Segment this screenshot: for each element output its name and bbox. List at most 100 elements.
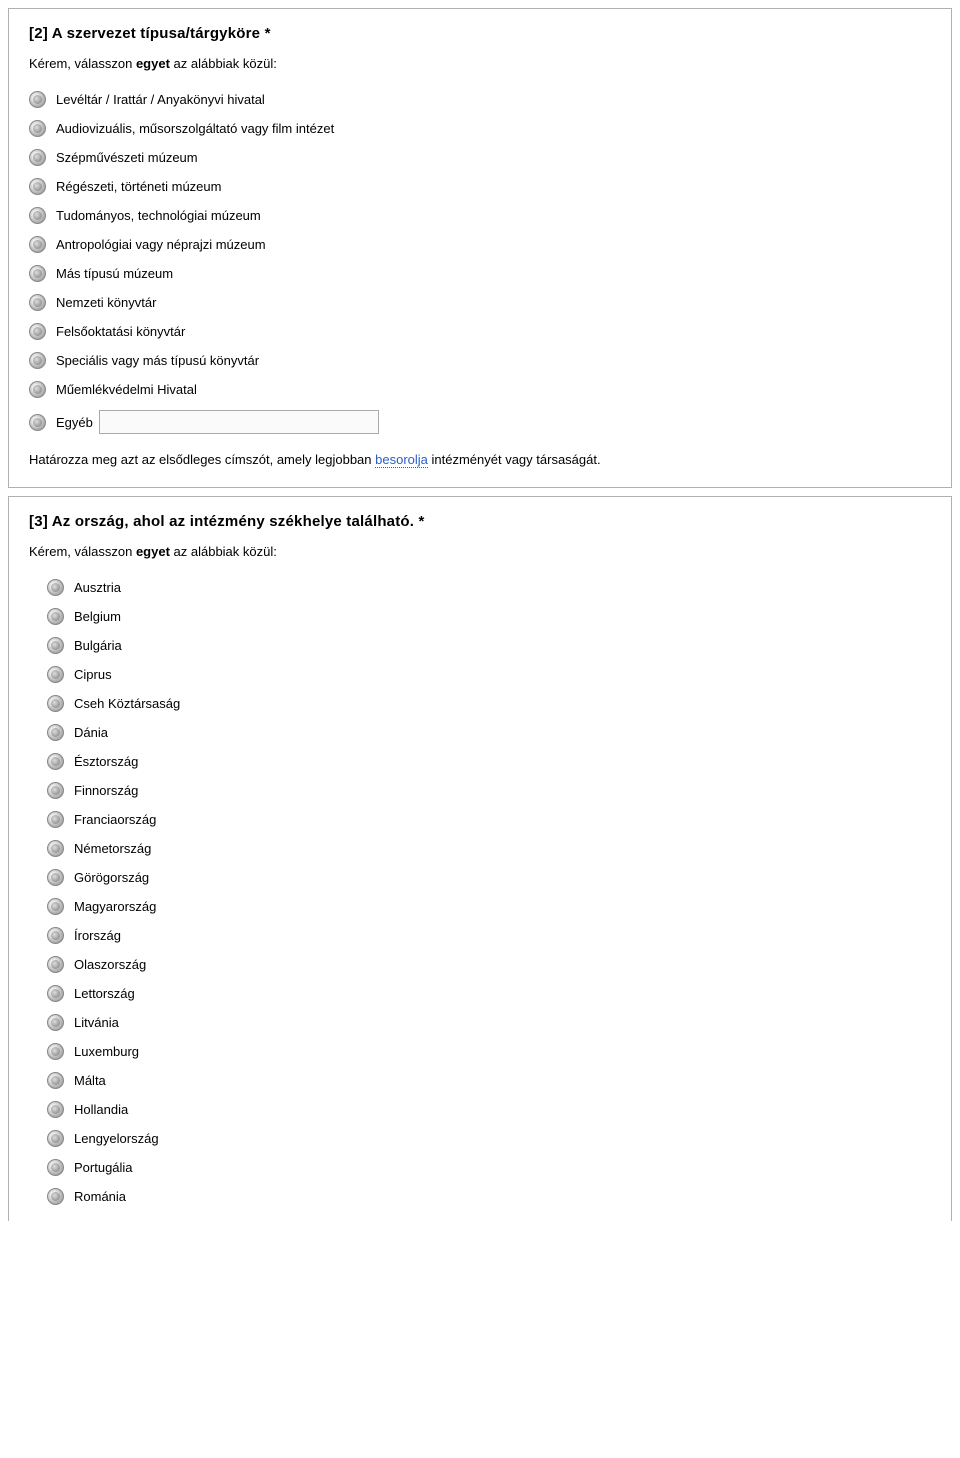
q3-option-row[interactable]: Málta <box>29 1072 931 1089</box>
radio-icon[interactable] <box>47 1188 64 1205</box>
radio-icon[interactable] <box>29 91 46 108</box>
q2-option-row[interactable]: Más típusú múzeum <box>29 265 931 282</box>
radio-icon[interactable] <box>47 579 64 596</box>
q3-option-row[interactable]: Németország <box>29 840 931 857</box>
q2-other-label: Egyéb <box>56 415 93 430</box>
radio-icon[interactable] <box>47 927 64 944</box>
q2-option-label: Tudományos, technológiai múzeum <box>56 208 261 223</box>
q3-option-row[interactable]: Bulgária <box>29 637 931 654</box>
q2-option-row[interactable]: Tudományos, technológiai múzeum <box>29 207 931 224</box>
q2-helper-text: Határozza meg azt az elsődleges címszót,… <box>29 452 931 467</box>
q3-option-label: Olaszország <box>74 957 146 972</box>
q3-option-row[interactable]: Magyarország <box>29 898 931 915</box>
radio-icon[interactable] <box>29 352 46 369</box>
q2-other-input[interactable] <box>99 410 379 434</box>
q3-option-row[interactable]: Cseh Köztársaság <box>29 695 931 712</box>
q2-option-row[interactable]: Antropológiai vagy néprajzi múzeum <box>29 236 931 253</box>
radio-icon[interactable] <box>47 782 64 799</box>
q2-option-label: Levéltár / Irattár / Anyakönyvi hivatal <box>56 92 265 107</box>
radio-icon[interactable] <box>29 381 46 398</box>
q2-option-row[interactable]: Audiovizuális, műsorszolgáltató vagy fil… <box>29 120 931 137</box>
q3-option-label: Lengyelország <box>74 1131 159 1146</box>
q3-option-label: Ciprus <box>74 667 112 682</box>
question-2-instruction: Kérem, válasszon egyet az alábbiak közül… <box>29 56 931 71</box>
instruction-text-suffix: az alábbiak közül: <box>170 56 277 71</box>
q3-option-row[interactable]: Románia <box>29 1188 931 1205</box>
q2-option-row[interactable]: Felsőoktatási könyvtár <box>29 323 931 340</box>
q3-option-label: Hollandia <box>74 1102 128 1117</box>
q3-option-row[interactable]: Lengyelország <box>29 1130 931 1147</box>
q2-option-label: Nemzeti könyvtár <box>56 295 156 310</box>
q2-option-row[interactable]: Műemlékvédelmi Hivatal <box>29 381 931 398</box>
q3-option-label: Ausztria <box>74 580 121 595</box>
radio-icon[interactable] <box>29 149 46 166</box>
q3-option-label: Belgium <box>74 609 121 624</box>
q3-option-row[interactable]: Ciprus <box>29 666 931 683</box>
radio-icon[interactable] <box>47 898 64 915</box>
radio-icon[interactable] <box>29 414 46 431</box>
q2-option-label: Antropológiai vagy néprajzi múzeum <box>56 237 266 252</box>
question-3-title: [3] Az ország, ahol az intézmény székhel… <box>29 513 931 530</box>
q3-option-row[interactable]: Olaszország <box>29 956 931 973</box>
q2-option-row[interactable]: Szépművészeti múzeum <box>29 149 931 166</box>
radio-icon[interactable] <box>47 1072 64 1089</box>
instruction-text-bold: egyet <box>136 544 170 559</box>
radio-icon[interactable] <box>47 1130 64 1147</box>
q3-option-row[interactable]: Lettország <box>29 985 931 1002</box>
q3-option-label: Cseh Köztársaság <box>74 696 180 711</box>
radio-icon[interactable] <box>29 207 46 224</box>
q3-option-row[interactable]: Észtország <box>29 753 931 770</box>
q3-option-row[interactable]: Dánia <box>29 724 931 741</box>
radio-icon[interactable] <box>47 608 64 625</box>
q2-option-label: Régészeti, történeti múzeum <box>56 179 221 194</box>
q2-option-label: Audiovizuális, műsorszolgáltató vagy fil… <box>56 121 334 136</box>
instruction-text-suffix: az alábbiak közül: <box>170 544 277 559</box>
q2-option-row[interactable]: Levéltár / Irattár / Anyakönyvi hivatal <box>29 91 931 108</box>
question-3-instruction: Kérem, válasszon egyet az alábbiak közül… <box>29 544 931 559</box>
instruction-text-prefix: Kérem, válasszon <box>29 56 136 71</box>
helper-link[interactable]: besorolja <box>375 452 428 468</box>
radio-icon[interactable] <box>47 1043 64 1060</box>
question-2-title: [2] A szervezet típusa/tárgyköre * <box>29 25 931 42</box>
radio-icon[interactable] <box>47 1159 64 1176</box>
q3-option-row[interactable]: Belgium <box>29 608 931 625</box>
radio-icon[interactable] <box>29 323 46 340</box>
radio-icon[interactable] <box>29 294 46 311</box>
q3-option-row[interactable]: Írország <box>29 927 931 944</box>
q3-option-row[interactable]: Hollandia <box>29 1101 931 1118</box>
q2-option-row[interactable]: Nemzeti könyvtár <box>29 294 931 311</box>
q2-option-label: Speciális vagy más típusú könyvtár <box>56 353 259 368</box>
radio-icon[interactable] <box>47 666 64 683</box>
q3-option-label: Luxemburg <box>74 1044 139 1059</box>
radio-icon[interactable] <box>47 985 64 1002</box>
helper-prefix: Határozza meg azt az elsődleges címszót,… <box>29 452 375 467</box>
radio-icon[interactable] <box>47 869 64 886</box>
q2-option-row[interactable]: Speciális vagy más típusú könyvtár <box>29 352 931 369</box>
radio-icon[interactable] <box>47 695 64 712</box>
q2-option-label: Más típusú múzeum <box>56 266 173 281</box>
q2-option-row[interactable]: Régészeti, történeti múzeum <box>29 178 931 195</box>
radio-icon[interactable] <box>47 637 64 654</box>
radio-icon[interactable] <box>47 811 64 828</box>
q3-option-label: Bulgária <box>74 638 122 653</box>
radio-icon[interactable] <box>29 236 46 253</box>
radio-icon[interactable] <box>29 120 46 137</box>
radio-icon[interactable] <box>47 1101 64 1118</box>
q3-option-row[interactable]: Litvánia <box>29 1014 931 1031</box>
q3-option-row[interactable]: Portugália <box>29 1159 931 1176</box>
q2-other-row[interactable]: Egyéb <box>29 410 931 434</box>
radio-icon[interactable] <box>29 265 46 282</box>
radio-icon[interactable] <box>47 1014 64 1031</box>
q3-option-row[interactable]: Ausztria <box>29 579 931 596</box>
radio-icon[interactable] <box>29 178 46 195</box>
radio-icon[interactable] <box>47 753 64 770</box>
radio-icon[interactable] <box>47 840 64 857</box>
radio-icon[interactable] <box>47 956 64 973</box>
q3-option-row[interactable]: Luxemburg <box>29 1043 931 1060</box>
q3-option-label: Görögország <box>74 870 149 885</box>
q3-option-label: Írország <box>74 928 121 943</box>
q3-option-row[interactable]: Finnország <box>29 782 931 799</box>
q3-option-row[interactable]: Franciaország <box>29 811 931 828</box>
q3-option-row[interactable]: Görögország <box>29 869 931 886</box>
radio-icon[interactable] <box>47 724 64 741</box>
